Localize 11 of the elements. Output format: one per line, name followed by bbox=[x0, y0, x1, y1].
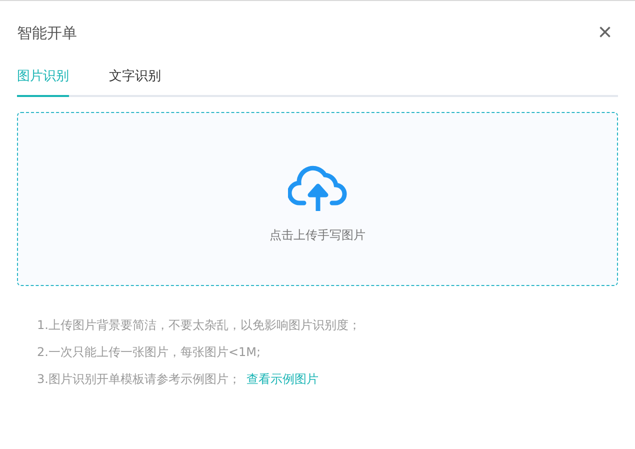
instruction-text: 1.上传图片背景要简洁，不要太杂乱，以免影响图片识别度； bbox=[37, 317, 362, 334]
cloud-upload-icon bbox=[288, 164, 348, 212]
tab[interactable]: 文字识别 bbox=[109, 65, 161, 97]
upload-area[interactable]: 点击上传手写图片 bbox=[17, 112, 618, 286]
close-button[interactable]: × bbox=[592, 21, 618, 45]
dialog-title: 智能开单 bbox=[17, 24, 77, 42]
instruction-text: 2.一次只能上传一张图片，每张图片<1M; bbox=[37, 344, 262, 361]
instruction-text: 3.图片识别开单模板请参考示例图片； 查看示例图片 bbox=[37, 371, 320, 388]
upload-label: 点击上传手写图片 bbox=[270, 226, 366, 244]
tab[interactable]: 图片识别 bbox=[17, 65, 69, 97]
example-link[interactable]: 查看示例图片 bbox=[246, 372, 318, 386]
